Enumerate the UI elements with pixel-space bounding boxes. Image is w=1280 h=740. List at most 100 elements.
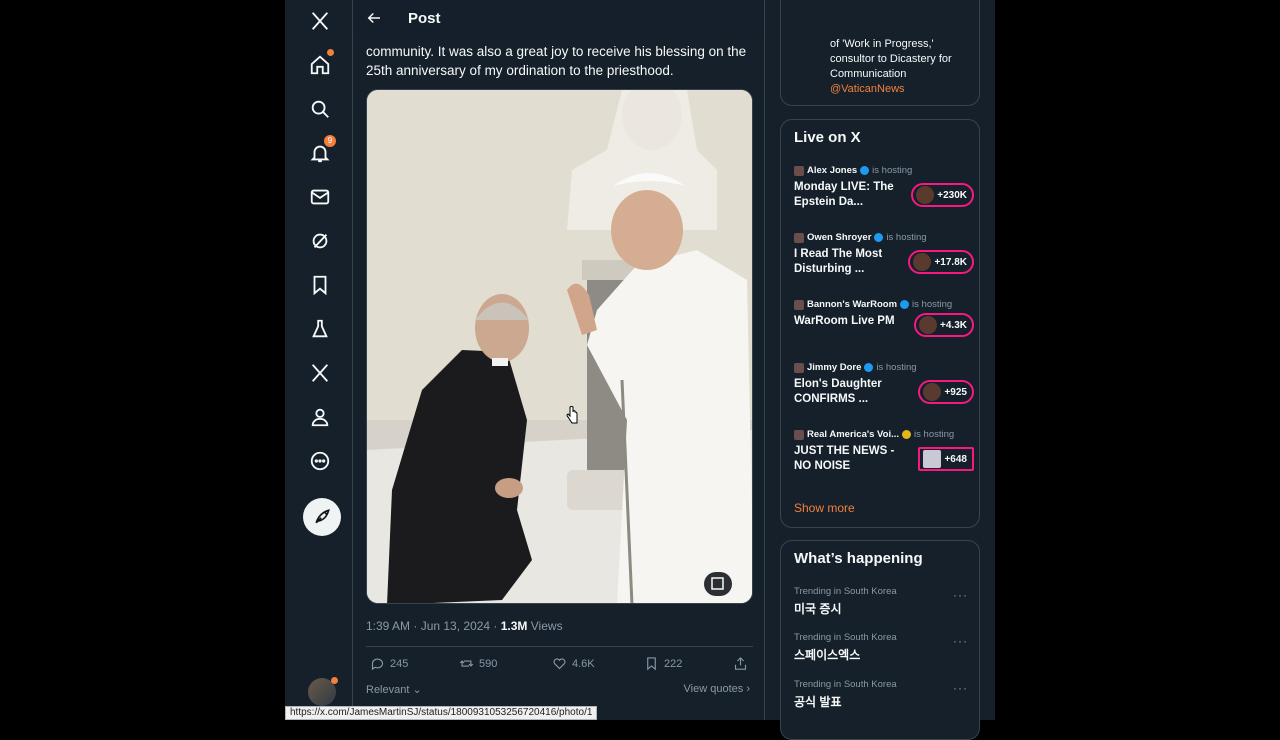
trend-item[interactable]: Trending in South Korea 공식 발표 ··· [794,679,974,710]
communities-icon[interactable] [307,316,333,342]
trend-item[interactable]: Trending in South Korea 스페이스엑스 ··· [794,632,974,663]
post-photo[interactable] [366,89,753,604]
hosting-label: is hosting [912,299,953,310]
repost-count: 590 [479,657,498,670]
repost-button[interactable]: 590 [459,656,497,671]
live-item[interactable]: Jimmy Dore is hosting Elon's Daughter CON… [794,362,974,407]
post-views-label: Views [527,619,563,633]
listener-count: +925 [944,386,967,398]
messages-icon[interactable] [307,184,333,210]
x-logo-icon[interactable] [307,8,333,34]
bio-text: of 'Work in Progress,' consultor to Dica… [830,37,975,97]
hosting-label: is hosting [872,165,913,176]
live-section-title: Live on X [794,129,861,146]
divider [366,646,753,647]
view-quotes-label: View quotes [683,683,744,695]
live-item[interactable]: Real America's Voi... is hosting JUST THE… [794,429,974,474]
like-button[interactable]: 4.6K [552,656,595,671]
more-options-icon[interactable]: ··· [953,588,968,602]
verified-icon [864,363,874,372]
view-quotes-link[interactable]: View quotes › [684,683,750,695]
live-item[interactable]: Bannon's WarRoom is hosting WarRoom Live … [794,299,974,337]
bio-handle-link[interactable]: @VaticanNews [830,83,905,95]
premium-icon[interactable] [307,360,333,386]
reply-button[interactable]: 245 [370,656,408,671]
live-listeners-pill: +230K [911,183,974,207]
bookmark-count: 222 [664,657,683,670]
verified-icon [874,233,884,242]
live-title: Monday LIVE: The Epstein Da... [794,181,894,208]
page-title: Post [408,10,441,27]
share-icon [734,657,747,670]
live-item[interactable]: Owen Shroyer is hosting I Read The Most D… [794,232,974,277]
host-name: Owen Shroyer [807,232,872,243]
share-button[interactable] [733,656,748,671]
post-meta: 1:39 AM · Jun 13, 2024 · 1.3M Views [366,619,563,633]
heart-icon [553,658,566,670]
profile-bio-card: of 'Work in Progress,' consultor to Dica… [780,0,980,106]
verified-icon [860,166,870,175]
listener-count: +230K [937,189,967,201]
live-item[interactable]: Alex Jones is hosting Monday LIVE: The Ep… [794,165,974,210]
post-timestamp[interactable]: 1:39 AM · Jun 13, 2024 · [366,619,501,633]
post-views-count: 1.3M [500,619,528,633]
more-icon[interactable] [307,448,333,474]
hand-cursor-icon [566,406,578,424]
notifications-badge: 9 [324,135,336,147]
live-title: JUST THE NEWS - NO NOISE [794,445,895,472]
post-text: community. It was also a great joy to re… [366,44,747,78]
hosting-label: is hosting [886,232,927,243]
post-actions: 245 590 4.6K 222 [366,656,753,676]
home-icon[interactable] [307,49,334,78]
reply-icon [371,658,384,671]
trend-category: Trending in South Korea [794,632,897,643]
host-avatar [923,383,942,401]
reply-sort-dropdown[interactable]: Relevant ⌄ [366,683,422,696]
listener-count: +4.3K [940,319,967,331]
listener-count: +648 [944,453,967,465]
compose-post-button[interactable] [303,498,341,536]
photo-illustration [367,90,752,603]
show-more-link[interactable]: Show more [794,501,855,515]
live-title: WarRoom Live PM [794,315,895,327]
host-avatar [794,232,804,243]
live-title: I Read The Most Disturbing ... [794,248,883,275]
more-options-icon[interactable]: ··· [953,634,968,648]
account-avatar[interactable] [308,677,338,706]
repost-icon [459,660,474,667]
explore-icon[interactable] [307,96,333,122]
bookmarks-icon[interactable] [307,272,333,298]
back-arrow-icon[interactable] [365,9,385,29]
host-name: Bannon's WarRoom [807,299,898,310]
account-status-dot [331,677,338,684]
host-name: Real America's Voi... [807,429,900,440]
trend-category: Trending in South Korea [794,679,897,690]
bio-description: of 'Work in Progress,' consultor to Dica… [830,38,952,80]
home-unread-dot [327,49,334,56]
chevron-down-icon: ⌄ [412,684,422,696]
like-count: 4.6K [572,657,595,670]
feather-icon [315,509,330,524]
notifications-icon[interactable]: 9 [307,135,336,166]
host-avatar [794,299,804,310]
live-listeners-pill: +17.8K [908,250,974,274]
host-avatar [923,450,942,468]
left-nav: 9 [285,0,353,720]
live-on-x-card: Live on X Alex Jones is hosting Monday LI… [780,119,980,528]
trend-item[interactable]: Trending in South Korea 미국 증시 ··· [794,586,974,617]
more-options-icon[interactable]: ··· [953,681,968,695]
host-avatar [916,186,935,204]
grok-icon[interactable] [307,228,333,254]
profile-icon[interactable] [307,404,333,430]
browser-status-url: https://x.com/JamesMartinSJ/status/18009… [285,706,598,720]
verified-gold-icon [902,430,912,439]
listener-count: +17.8K [934,256,967,268]
verified-icon [900,300,910,309]
host-avatar [919,316,938,334]
trend-category: Trending in South Korea [794,586,897,597]
live-listeners-pill: +4.3K [914,313,974,337]
bookmark-button[interactable]: 222 [644,656,682,671]
whats-happening-card: What’s happening Trending in South Korea… [780,540,980,740]
happening-title: What’s happening [794,550,923,567]
main-column: Post community. It was also a great joy … [353,0,765,720]
